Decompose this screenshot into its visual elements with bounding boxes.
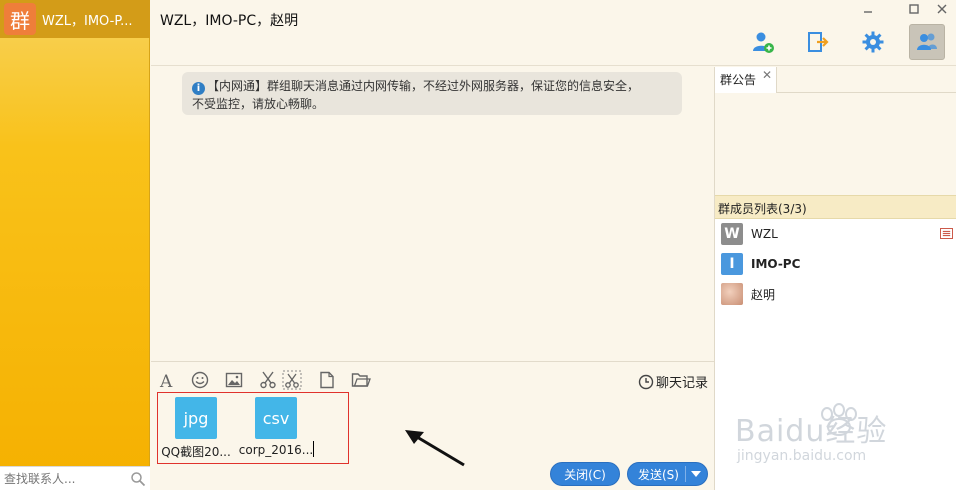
message-area: i 【内网通】群组聊天消息通过内网传输，不经过外网服务器，保证您的信息安全， 不受… (151, 67, 714, 361)
members-header: 群成员列表(3/3) (715, 195, 956, 219)
send-button[interactable]: 发送(S) (627, 462, 708, 486)
avatar: I (721, 253, 743, 275)
group-icon: 群 (4, 3, 36, 35)
close-button[interactable]: 关闭(C) (550, 462, 620, 486)
attachment-name: QQ截图20... (161, 445, 231, 459)
search-input[interactable] (4, 471, 122, 486)
image-icon[interactable] (224, 370, 244, 390)
notice-line-1: 【内网通】群组聊天消息通过内网传输，不经过外网服务器，保证您的信息安全， (207, 79, 640, 93)
close-icon[interactable] (931, 0, 953, 18)
chat-history-link[interactable]: 聊天记录 (638, 372, 708, 391)
attachment-list: jpg QQ截图20... csv corp_2016... (157, 392, 349, 464)
search-icon[interactable] (130, 471, 146, 487)
send-options-chevron-icon[interactable] (691, 471, 701, 478)
chat-title: WZL，IMO-PC，赵明 (160, 13, 299, 29)
intranet-notice: i 【内网通】群组聊天消息通过内网传输，不经过外网服务器，保证您的信息安全， 不受… (182, 72, 682, 115)
notice-tab-bar: 群公告 ✕ (715, 67, 956, 93)
jpg-file-icon: jpg (175, 397, 217, 439)
send-button-label: 发送(S) (638, 467, 679, 482)
font-icon[interactable]: A (157, 370, 177, 390)
send-divider (685, 466, 686, 482)
avatar (721, 283, 743, 305)
clock-icon (638, 374, 654, 389)
attachment-file[interactable]: csv corp_2016... (236, 397, 316, 457)
member-name: IMO-PC (751, 257, 801, 271)
add-member-icon[interactable] (745, 24, 781, 60)
info-icon: i (192, 82, 205, 95)
chat-header: WZL，IMO-PC，赵明 (151, 0, 956, 66)
notice-line-2: 不受监控，请放心畅聊。 (192, 97, 325, 111)
conversation-title: WZL，IMO-P... (42, 13, 133, 29)
chat-history-label: 聊天记录 (655, 376, 708, 391)
exit-group-icon[interactable] (800, 24, 836, 60)
tab-close-icon[interactable]: ✕ (762, 68, 772, 82)
tab-group-notice-label: 群公告 (720, 73, 757, 87)
maximize-icon[interactable] (903, 0, 925, 18)
members-icon[interactable] (909, 24, 945, 60)
member-name: WZL (751, 227, 778, 241)
group-notice-body (715, 93, 956, 195)
watermark-url: jingyan.baidu.com (737, 448, 867, 464)
avatar: W (721, 223, 743, 245)
folder-icon[interactable] (351, 370, 371, 390)
input-toolbar: A 聊天记录 (151, 361, 714, 391)
member-item[interactable]: I IMO-PC (715, 249, 956, 279)
text-cursor (313, 441, 314, 457)
tab-group-notice[interactable]: 群公告 ✕ (715, 67, 777, 93)
conversation-item[interactable]: 群 WZL，IMO-P... (0, 0, 150, 38)
screenshot-icon[interactable] (258, 370, 278, 390)
mobile-status-icon (940, 228, 953, 239)
member-item[interactable]: W WZL (715, 219, 956, 249)
emoji-icon[interactable] (190, 370, 210, 390)
file-icon[interactable] (317, 370, 337, 390)
contact-rail: 群 WZL，IMO-P... (0, 0, 150, 490)
settings-icon[interactable] (855, 24, 891, 60)
member-item[interactable]: 赵明 (715, 279, 956, 309)
csv-file-icon: csv (255, 397, 297, 439)
screenshot-hide-window-icon[interactable] (282, 370, 302, 390)
attachment-file[interactable]: jpg QQ截图20... (156, 397, 236, 460)
contact-search (0, 466, 150, 490)
attachment-name: corp_2016... (238, 443, 314, 457)
watermark: Baidu经验 jingyan.baidu.com (735, 400, 935, 470)
watermark-title: Baidu经验 (735, 414, 888, 449)
svg-text:A: A (159, 372, 173, 389)
member-name: 赵明 (751, 287, 776, 302)
minimize-icon[interactable] (857, 0, 879, 18)
annotation-arrow-icon (405, 430, 465, 467)
